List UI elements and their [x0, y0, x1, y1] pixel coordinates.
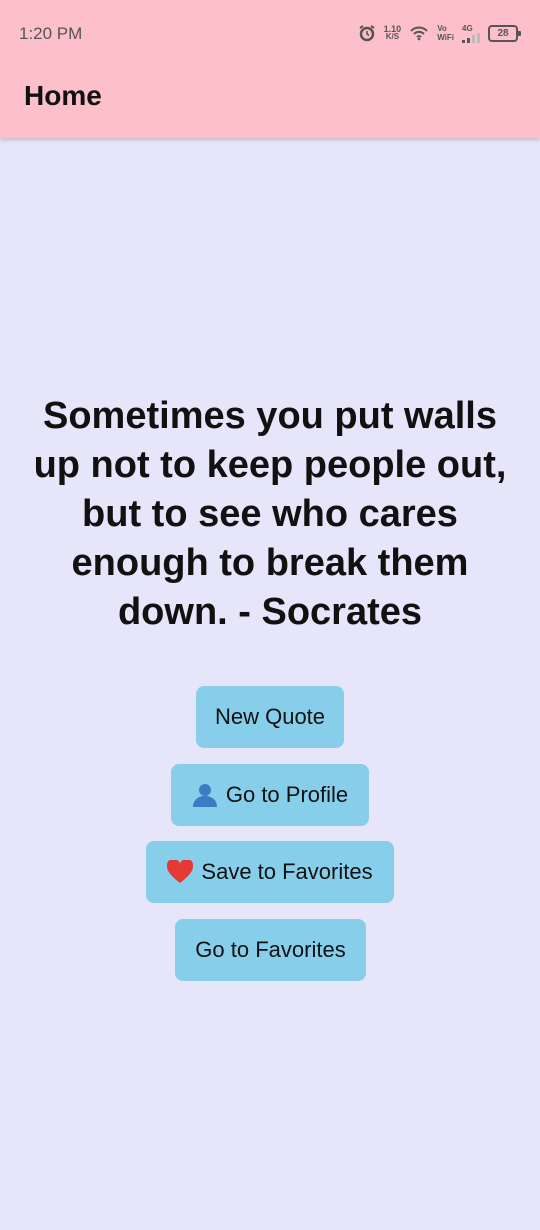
battery-icon: 28	[488, 24, 521, 42]
status-time: 1:20 PM	[19, 24, 83, 43]
vowifi-bottom: WiFi	[437, 33, 454, 42]
person-icon	[192, 782, 218, 808]
network-type: 4G	[462, 24, 480, 43]
go-to-profile-label: Go to Profile	[225, 782, 349, 807]
net-speed: 1.10 K/S	[384, 25, 402, 41]
status-icons: 1.10 K/S Vo WiFi 4G 28	[358, 22, 521, 44]
heart-icon	[167, 860, 194, 884]
vowifi-indicator: Vo WiFi	[437, 24, 454, 42]
network-label: 4G	[462, 23, 473, 33]
signal-icon	[462, 32, 480, 43]
app-bar: 1:20 PM 1.10 K/S Vo WiFi 4G 28 Home	[0, 0, 540, 138]
go-to-favorites-button[interactable]: Go to Favorites	[175, 919, 366, 981]
quote-text: Sometimes you put walls up not to keep p…	[33, 395, 507, 633]
new-quote-label: New Quote	[214, 704, 326, 729]
wifi-icon	[409, 25, 429, 41]
go-to-favorites-label: Go to Favorites	[195, 937, 346, 962]
vowifi-top: Vo	[437, 24, 447, 33]
save-to-favorites-button[interactable]: Save to Favorites	[146, 841, 394, 903]
save-to-favorites-label: Save to Favorites	[201, 859, 373, 884]
new-quote-button[interactable]: New Quote	[196, 686, 344, 748]
net-speed-unit: K/S	[385, 32, 400, 41]
go-to-profile-button[interactable]: Go to Profile	[171, 764, 369, 826]
page-title: Home	[24, 80, 102, 111]
alarm-icon	[358, 24, 376, 42]
